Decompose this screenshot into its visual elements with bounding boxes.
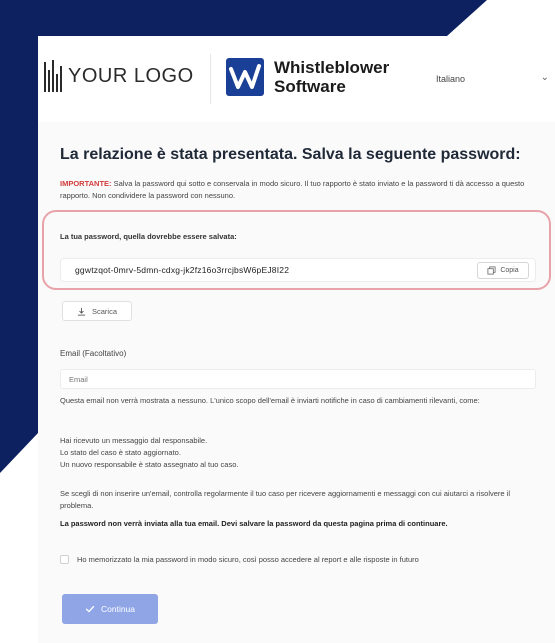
page-title: La relazione è stata presentata. Salva l…: [60, 146, 521, 163]
continue-button[interactable]: Continua: [62, 594, 158, 624]
password-warning: La password non verrà inviata alla tua e…: [60, 519, 448, 528]
header-divider: [210, 54, 211, 104]
page-title-container: La relazione è stata presentata. Salva l…: [60, 146, 540, 164]
notify-list: Hai ricevuto un messaggio dal responsabi…: [60, 435, 536, 471]
password-field: ggwtzqot-0mrv-5dmn-cdxg-jk2fz16o3rrcjbsW…: [60, 258, 536, 282]
list-item: Un nuovo responsabile è stato assegnato …: [60, 460, 239, 469]
confirm-checkbox[interactable]: [60, 555, 69, 564]
logo-bars-icon: [44, 60, 62, 92]
list-item: Hai ricevuto un messaggio dal responsabi…: [60, 436, 208, 445]
header-bar: YOUR LOGO Whistleblower Software Italian…: [38, 36, 555, 122]
email-info-text: Questa email non verrà mostrata a nessun…: [60, 396, 480, 405]
download-label: Scarica: [91, 306, 117, 316]
whistleblower-logo-icon: [226, 58, 264, 96]
brand-name: Whistleblower Software: [274, 58, 389, 96]
no-email-text: Se scegli di non inserire un'email, cont…: [60, 489, 510, 510]
list-item: Lo stato del caso è stato aggiornato.: [60, 448, 181, 457]
report-confirmation-card: YOUR LOGO Whistleblower Software Italian…: [38, 36, 555, 643]
brand-name-line2: Software: [274, 77, 346, 96]
chevron-down-icon: ⌄: [540, 72, 549, 83]
download-button[interactable]: Scarica: [62, 301, 132, 321]
confirm-row[interactable]: Ho memorizzato la mia password in modo s…: [60, 555, 550, 564]
copy-icon: [487, 266, 496, 275]
copy-label: Copia: [500, 267, 519, 274]
confirm-checkbox-label: Ho memorizzato la mia password in modo s…: [77, 555, 419, 564]
important-label: IMPORTANTE:: [60, 179, 112, 188]
password-value[interactable]: ggwtzqot-0mrv-5dmn-cdxg-jk2fz16o3rrcjbsW…: [75, 265, 289, 275]
language-select[interactable]: Italiano ⌄: [428, 66, 555, 92]
important-text: Salva la password qui sotto e conservala…: [60, 179, 525, 200]
your-logo: YOUR LOGO: [44, 56, 194, 96]
password-label: La tua password, quella dovrebbe essere …: [60, 232, 237, 241]
important-notice: IMPORTANTE: Salva la password qui sotto …: [60, 178, 540, 202]
language-select-value: Italiano: [436, 74, 466, 84]
email-label: Email (Facoltativo): [60, 349, 127, 358]
brand-name-line1: Whistleblower: [274, 58, 390, 77]
email-input[interactable]: [60, 369, 536, 389]
copy-button[interactable]: Copia: [477, 262, 529, 279]
whistleblower-brand: Whistleblower Software: [226, 58, 389, 96]
download-icon: [77, 307, 86, 316]
continue-label: Continua: [100, 604, 136, 614]
checkmark-icon: [85, 605, 95, 613]
your-logo-text: YOUR LOGO: [68, 64, 194, 87]
